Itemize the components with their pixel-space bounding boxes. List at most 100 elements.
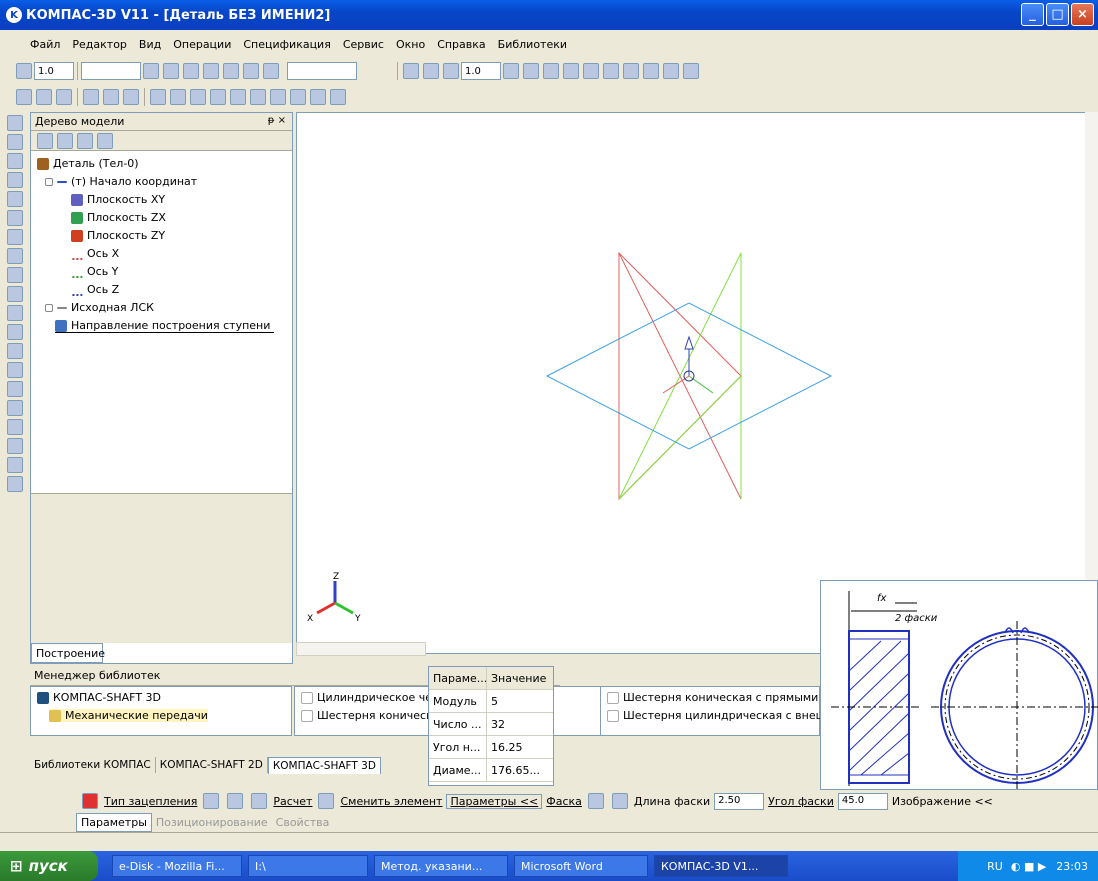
horizontal-scrollbar[interactable] bbox=[296, 642, 426, 656]
measure-icon[interactable] bbox=[7, 210, 23, 226]
tree-item-plane-zy[interactable]: Плоскость ZY bbox=[71, 229, 165, 242]
tree-item-axis-y[interactable]: Ось Y bbox=[71, 265, 118, 278]
param-row[interactable]: Угол н... 16.25 bbox=[429, 736, 553, 759]
layer-combo[interactable] bbox=[81, 62, 141, 80]
mesh-type-icon[interactable] bbox=[203, 793, 220, 809]
save-icon[interactable] bbox=[56, 89, 72, 105]
tree-item-plane-xy[interactable]: Плоскость XY bbox=[71, 193, 165, 206]
coords-icon[interactable] bbox=[243, 63, 259, 79]
orient-icon[interactable] bbox=[543, 63, 559, 79]
variables-icon[interactable] bbox=[290, 89, 306, 105]
vertical-scrollbar[interactable] bbox=[1085, 112, 1098, 654]
paste-icon[interactable] bbox=[190, 89, 206, 105]
chamfer-icon-2[interactable] bbox=[611, 793, 628, 809]
tab-shaft-3d[interactable]: КОМПАС-SHAFT 3D bbox=[267, 756, 381, 774]
chamfer-label[interactable]: Фаска bbox=[546, 795, 582, 808]
chamfer-icon[interactable] bbox=[7, 400, 23, 416]
zoom-window-icon[interactable] bbox=[423, 63, 439, 79]
sweep-icon[interactable] bbox=[7, 305, 23, 321]
tree-item-part[interactable]: Деталь (Тел-0) bbox=[37, 157, 139, 170]
parameters-button[interactable]: Параметры << bbox=[446, 793, 543, 809]
tray-icons[interactable]: ◐ ■ ▶ bbox=[1011, 860, 1046, 873]
mesh-type-label[interactable]: Тип зацепления bbox=[104, 795, 197, 808]
print-setup-icon[interactable] bbox=[123, 89, 139, 105]
tree-item-step-direction[interactable]: Направление построения ступени bbox=[55, 319, 275, 333]
task-word-doc[interactable]: Метод. указани... bbox=[374, 855, 508, 877]
menu-view[interactable]: Вид bbox=[139, 38, 161, 51]
cut-extrude-icon[interactable] bbox=[7, 343, 23, 359]
zoom-out-icon[interactable] bbox=[443, 63, 459, 79]
lib-entry-bevel-straight[interactable]: Шестерня коническая с прямыми з bbox=[607, 691, 828, 704]
menu-help[interactable]: Справка bbox=[437, 38, 485, 51]
fillet-icon[interactable] bbox=[7, 381, 23, 397]
tab-kompas-libs[interactable]: Библиотеки КОМПАС bbox=[30, 757, 156, 773]
angle-icon[interactable] bbox=[203, 63, 219, 79]
shell-icon[interactable] bbox=[7, 438, 23, 454]
wireframe-icon[interactable] bbox=[563, 63, 579, 79]
properties-icon[interactable] bbox=[210, 89, 226, 105]
tab-positioning[interactable]: Позиционирование bbox=[152, 814, 272, 831]
sheet-icon[interactable] bbox=[7, 248, 23, 264]
language-indicator[interactable]: RU bbox=[987, 860, 1003, 873]
hole-icon[interactable] bbox=[7, 419, 23, 435]
menu-window[interactable]: Окно bbox=[396, 38, 425, 51]
grid-toggle-icon[interactable] bbox=[223, 63, 239, 79]
cut-revolve-icon[interactable] bbox=[7, 362, 23, 378]
menu-service[interactable]: Сервис bbox=[343, 38, 384, 51]
perspective-icon[interactable] bbox=[643, 63, 659, 79]
curves-icon[interactable] bbox=[7, 134, 23, 150]
pan-icon[interactable] bbox=[503, 63, 519, 79]
menu-edit[interactable]: Редактор bbox=[72, 38, 127, 51]
tab-construction[interactable]: Построение bbox=[31, 643, 105, 663]
scale-combo-left[interactable]: 1.0 bbox=[34, 62, 74, 80]
param-row[interactable]: Число ... 32 bbox=[429, 713, 553, 736]
maximize-button[interactable]: □ bbox=[1046, 3, 1069, 26]
menu-libraries[interactable]: Библиотеки bbox=[498, 38, 567, 51]
close-button[interactable]: × bbox=[1071, 3, 1094, 26]
lib-entry-bevel[interactable]: Шестерня коническа bbox=[301, 709, 439, 722]
chamfer-angle-input[interactable]: 45.0 bbox=[837, 792, 888, 810]
filter-tools-icon[interactable] bbox=[7, 229, 23, 245]
coord-combo[interactable] bbox=[287, 62, 357, 80]
tree-item-lcs[interactable]: Исходная ЛСК bbox=[45, 301, 154, 314]
tree-view-icon[interactable] bbox=[37, 132, 53, 149]
undo-icon[interactable] bbox=[230, 89, 246, 105]
redo-icon[interactable] bbox=[250, 89, 266, 105]
minimize-button[interactable]: _ bbox=[1021, 3, 1044, 26]
tree-item-plane-zx[interactable]: Плоскость ZX bbox=[71, 211, 166, 224]
mesh-type-icon-2[interactable] bbox=[227, 793, 244, 809]
revolve-icon[interactable] bbox=[7, 286, 23, 302]
stop-icon[interactable] bbox=[82, 793, 98, 809]
param-row[interactable]: Модуль 5 bbox=[429, 690, 553, 713]
lib-item-shaft3d[interactable]: КОМПАС-SHAFT 3D bbox=[37, 691, 161, 704]
start-button[interactable]: ⊞ пуск bbox=[0, 851, 98, 881]
expand-icon[interactable] bbox=[45, 177, 53, 186]
pencil-icon[interactable] bbox=[183, 63, 199, 79]
shaded-edges-icon[interactable] bbox=[623, 63, 639, 79]
calc-icon[interactable] bbox=[251, 793, 268, 809]
rotate-icon[interactable] bbox=[523, 63, 539, 79]
aux-geometry-icon[interactable] bbox=[7, 191, 23, 207]
menu-specification[interactable]: Спецификация bbox=[243, 38, 330, 51]
tree-filter-icon[interactable] bbox=[77, 132, 93, 149]
tree-item-origin[interactable]: (т) Начало координат bbox=[45, 175, 197, 188]
3d-viewport[interactable]: Z X Y bbox=[296, 112, 1086, 654]
open-file-icon[interactable] bbox=[36, 89, 52, 105]
menu-file[interactable]: Файл bbox=[30, 38, 60, 51]
rib-icon[interactable] bbox=[7, 457, 23, 473]
arrays-icon[interactable] bbox=[7, 172, 23, 188]
manager-icon[interactable] bbox=[270, 89, 286, 105]
draft-icon[interactable] bbox=[7, 476, 23, 492]
copy-icon[interactable] bbox=[170, 89, 186, 105]
new-file-icon[interactable] bbox=[16, 89, 32, 105]
calc-button[interactable]: Расчет bbox=[273, 795, 312, 808]
task-kompas[interactable]: КОМПАС-3D V1... bbox=[654, 855, 788, 877]
style-icon[interactable] bbox=[163, 63, 179, 79]
print-icon[interactable] bbox=[83, 89, 99, 105]
grid-icon[interactable] bbox=[16, 63, 32, 79]
change-element-button[interactable]: Сменить элемент bbox=[340, 795, 442, 808]
tab-properties[interactable]: Свойства bbox=[272, 814, 334, 831]
lib-entry-cyl-worm[interactable]: Цилиндрическое чер bbox=[301, 691, 439, 704]
tab-shaft-2d[interactable]: КОМПАС-SHAFT 2D bbox=[156, 757, 268, 773]
zoom-in-icon[interactable] bbox=[403, 63, 419, 79]
